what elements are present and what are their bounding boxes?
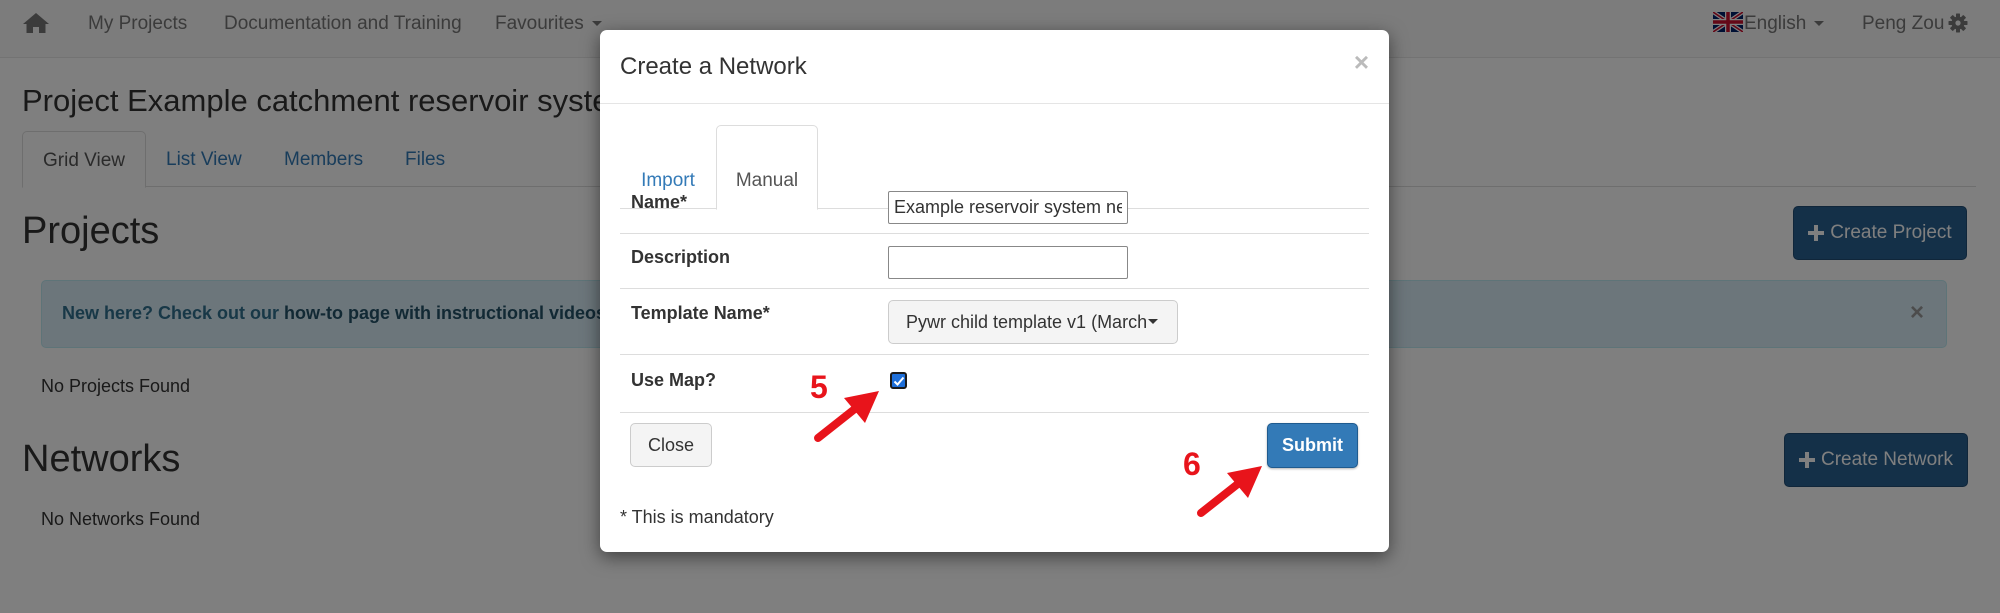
close-button[interactable]: Close [630, 423, 712, 467]
step-6-arrow-icon [1197, 466, 1262, 517]
modal-title: Create a Network [620, 53, 807, 80]
template-row: Template Name* Pywr child template v1 (M… [620, 289, 1369, 355]
close-icon[interactable]: × [1354, 47, 1369, 78]
template-label: Template Name* [631, 303, 770, 323]
name-label: Name* [631, 192, 688, 212]
step-5-arrow-icon [814, 391, 879, 442]
check-icon [893, 376, 904, 386]
description-row: Description [620, 234, 1369, 289]
use-map-row: Use Map? [620, 355, 1369, 413]
mandatory-note: * This is mandatory [620, 507, 774, 527]
template-dropdown-value: Pywr child template v1 (March 2021) [906, 312, 1148, 332]
description-input[interactable] [888, 246, 1128, 279]
name-input[interactable] [888, 191, 1128, 224]
use-map-label: Use Map? [631, 370, 717, 390]
create-network-modal: Create a Network × Import Manual Name* D… [600, 30, 1389, 552]
chevron-down-icon [1148, 319, 1158, 324]
template-dropdown[interactable]: Pywr child template v1 (March 2021) [888, 300, 1178, 344]
modal-header: Create a Network × [600, 30, 1389, 104]
description-label: Description [631, 247, 731, 267]
name-row: Name* [620, 179, 1369, 234]
submit-button[interactable]: Submit [1267, 423, 1358, 468]
use-map-checkbox[interactable] [890, 372, 907, 389]
